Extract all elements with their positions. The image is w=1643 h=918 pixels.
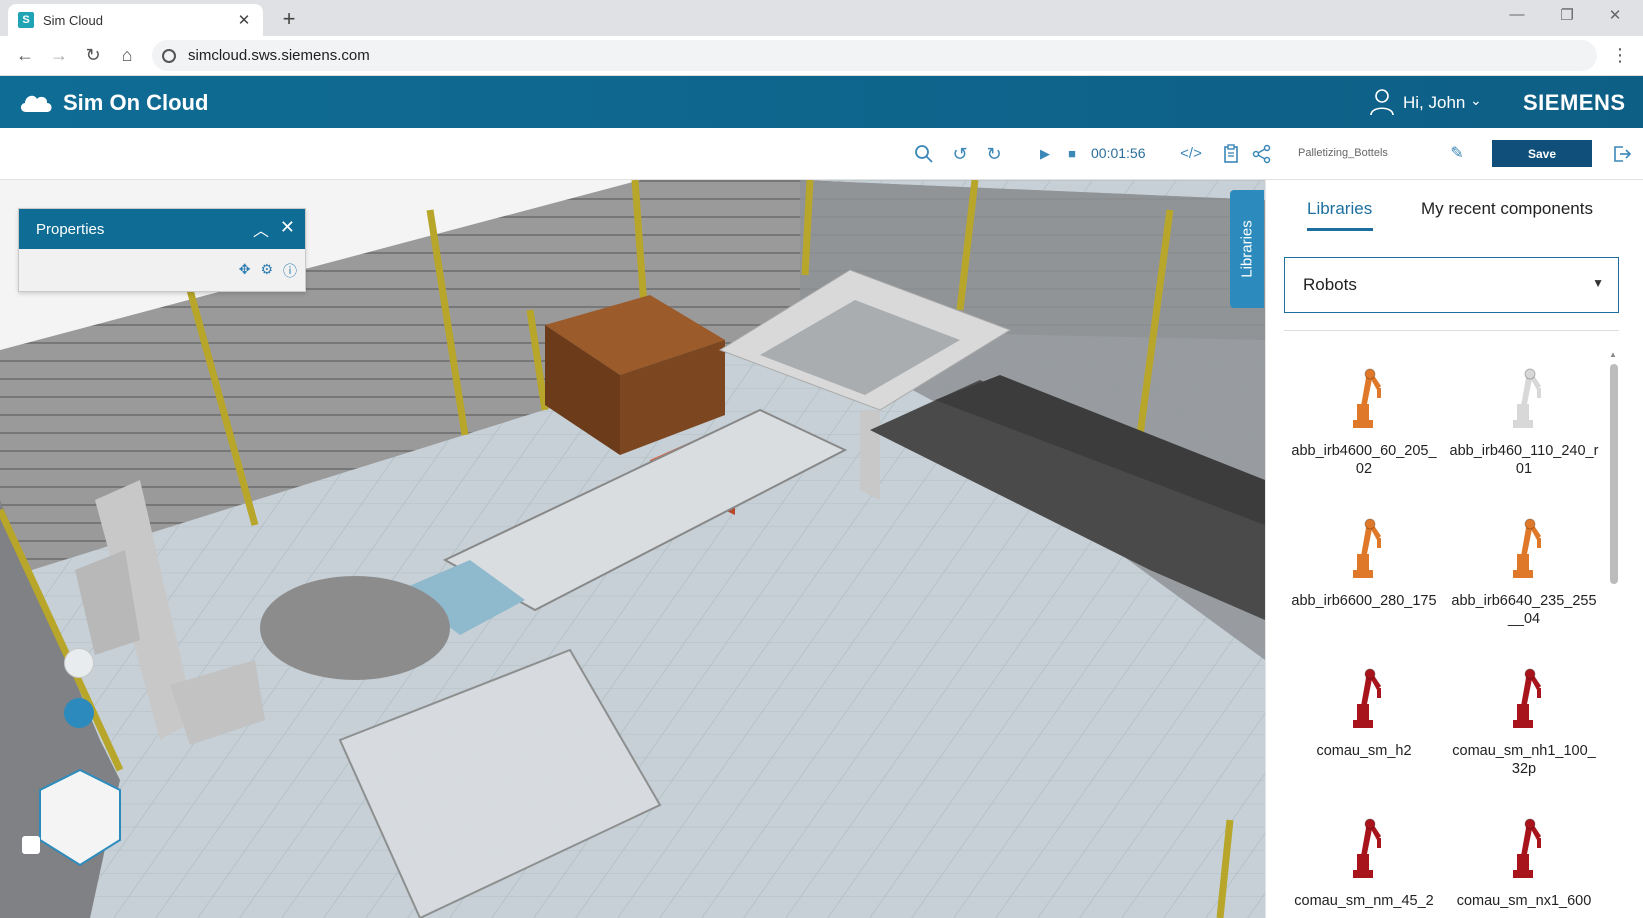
undo-icon[interactable]: ↺ — [949, 143, 971, 165]
scrollbar[interactable]: ▲ — [1607, 348, 1621, 918]
focus-target-button[interactable] — [64, 698, 94, 728]
brand-logo: SIEMENS — [1523, 90, 1626, 115]
caret-down-icon: ▼ — [1592, 276, 1604, 290]
tab-libraries[interactable]: Libraries — [1307, 199, 1372, 219]
tab-recent-components[interactable]: My recent components — [1421, 199, 1593, 219]
tab-title: Sim Cloud — [43, 12, 103, 28]
minimize-icon[interactable]: — — [1502, 6, 1532, 23]
browser-tab[interactable]: S Sim Cloud ✕ — [8, 4, 263, 36]
component-card[interactable]: abb_irb6640_235_255__04 — [1444, 508, 1604, 632]
clipboard-icon[interactable] — [1220, 143, 1242, 165]
robot-arm-icon[interactable]: ⚙ — [260, 261, 273, 281]
active-tab-indicator — [1307, 228, 1373, 231]
properties-header: Properties ︿ ✕ — [19, 209, 305, 249]
component-card[interactable]: comau_sm_h2 — [1284, 658, 1444, 782]
browser-menu-icon[interactable]: ⋮ — [1611, 45, 1629, 66]
exit-icon[interactable] — [1611, 143, 1633, 165]
close-window-icon[interactable]: ✕ — [1600, 6, 1630, 24]
library-panel: Libraries My recent components Robots ▼ … — [1265, 180, 1643, 918]
component-label: comau_sm_nh1_100_32p — [1452, 743, 1596, 777]
new-tab-button[interactable]: + — [276, 6, 302, 32]
component-label: abb_irb460_110_240_r01 — [1449, 443, 1599, 477]
scroll-up-icon[interactable]: ▲ — [1609, 350, 1617, 359]
forward-icon[interactable]: → — [48, 45, 70, 66]
component-grid: abb_irb4600_60_205_02 abb_irb460_110_240_… — [1284, 358, 1604, 918]
robot-icon — [1353, 668, 1381, 728]
save-button[interactable]: Save — [1492, 140, 1592, 167]
component-card[interactable]: abb_irb6600_280_175 — [1284, 508, 1444, 632]
restore-icon[interactable]: ❐ — [1552, 6, 1582, 24]
play-icon[interactable]: ▶ — [1034, 143, 1056, 165]
robot-icon — [1513, 368, 1541, 428]
properties-title: Properties — [36, 220, 105, 238]
close-icon[interactable]: ✕ — [280, 217, 295, 238]
home-icon[interactable]: ⌂ — [116, 45, 138, 66]
close-tab-icon[interactable]: ✕ — [235, 11, 253, 29]
component-card[interactable]: comau_sm_nh1_100_32p — [1444, 658, 1604, 782]
edit-icon[interactable]: ✎ — [1446, 143, 1468, 165]
cloud-icon — [20, 95, 52, 112]
chevron-down-icon[interactable]: ⌄ — [1470, 92, 1482, 109]
project-name: Palletizing_Bottels — [1298, 147, 1388, 159]
share-icon[interactable] — [1251, 143, 1273, 165]
scroll-thumb[interactable] — [1610, 364, 1618, 584]
category-select-value: Robots — [1303, 275, 1357, 294]
component-label: comau_sm_h2 — [1316, 743, 1412, 759]
code-icon[interactable]: </> — [1180, 143, 1202, 165]
screenshot-button[interactable] — [64, 648, 94, 678]
chevron-up-icon[interactable]: ︿ — [253, 217, 269, 241]
robot-icon — [1513, 818, 1541, 878]
move-icon[interactable]: ✥ — [239, 261, 251, 281]
url-input[interactable]: simcloud.sws.siemens.com — [152, 40, 1597, 71]
component-label: abb_irb6640_235_255__04 — [1451, 593, 1597, 627]
user-icon[interactable] — [1370, 88, 1394, 116]
properties-tools: ✥ ⚙ ⓘ — [239, 261, 297, 281]
simulation-timer: 00:01:56 — [1091, 145, 1146, 161]
url-text: simcloud.sws.siemens.com — [188, 47, 370, 64]
reload-icon[interactable]: ↻ — [82, 45, 104, 66]
component-label: comau_sm_nx1_600 — [1456, 893, 1592, 909]
site-info-icon[interactable] — [162, 48, 176, 63]
address-bar: ← → ↻ ⌂ simcloud.sws.siemens.com ⋮ — [0, 36, 1643, 76]
component-card[interactable]: abb_irb460_110_240_r01 — [1444, 358, 1604, 482]
redo-icon[interactable]: ↻ — [983, 143, 1005, 165]
favicon-icon: S — [18, 12, 34, 28]
app-title: Sim On Cloud — [63, 90, 209, 115]
user-greeting[interactable]: Hi, John — [1403, 93, 1465, 113]
component-card[interactable]: comau_sm_nm_45_2 — [1284, 808, 1444, 918]
robot-icon — [1353, 518, 1381, 578]
info-icon[interactable]: ⓘ — [283, 261, 297, 281]
component-label: abb_irb4600_60_205_02 — [1291, 443, 1437, 477]
robot-icon — [1353, 368, 1381, 428]
component-card[interactable]: abb_irb4600_60_205_02 — [1284, 358, 1444, 482]
toolbar: ↺ ↻ ▶ ■ 00:01:56 </> Palletizing_Bottels… — [0, 128, 1643, 180]
back-icon[interactable]: ← — [14, 45, 36, 66]
library-tabs: Libraries My recent components — [1266, 180, 1643, 240]
app-header: Sim On Cloud Hi, John ⌄ SIEMENS — [0, 76, 1643, 128]
search-icon[interactable] — [913, 143, 935, 165]
libraries-side-tab[interactable]: Libraries — [1230, 190, 1264, 308]
robot-icon — [1353, 818, 1381, 878]
category-select[interactable]: Robots ▼ — [1284, 257, 1619, 313]
robot-icon — [1513, 668, 1541, 728]
component-card[interactable]: comau_sm_nx1_600 — [1444, 808, 1604, 918]
properties-panel: Properties ︿ ✕ ✥ ⚙ ⓘ — [18, 208, 306, 292]
divider — [1284, 330, 1619, 331]
robot-icon — [1513, 518, 1541, 578]
libraries-side-tab-label: Libraries — [1238, 220, 1256, 278]
browser-tab-bar: S Sim Cloud ✕ + — ❐ ✕ — [0, 0, 1643, 36]
home-view-icon[interactable] — [22, 836, 40, 854]
component-label: abb_irb6600_280_175 — [1291, 593, 1437, 609]
component-label: comau_sm_nm_45_2 — [1294, 893, 1434, 909]
stop-icon[interactable]: ■ — [1061, 143, 1083, 165]
